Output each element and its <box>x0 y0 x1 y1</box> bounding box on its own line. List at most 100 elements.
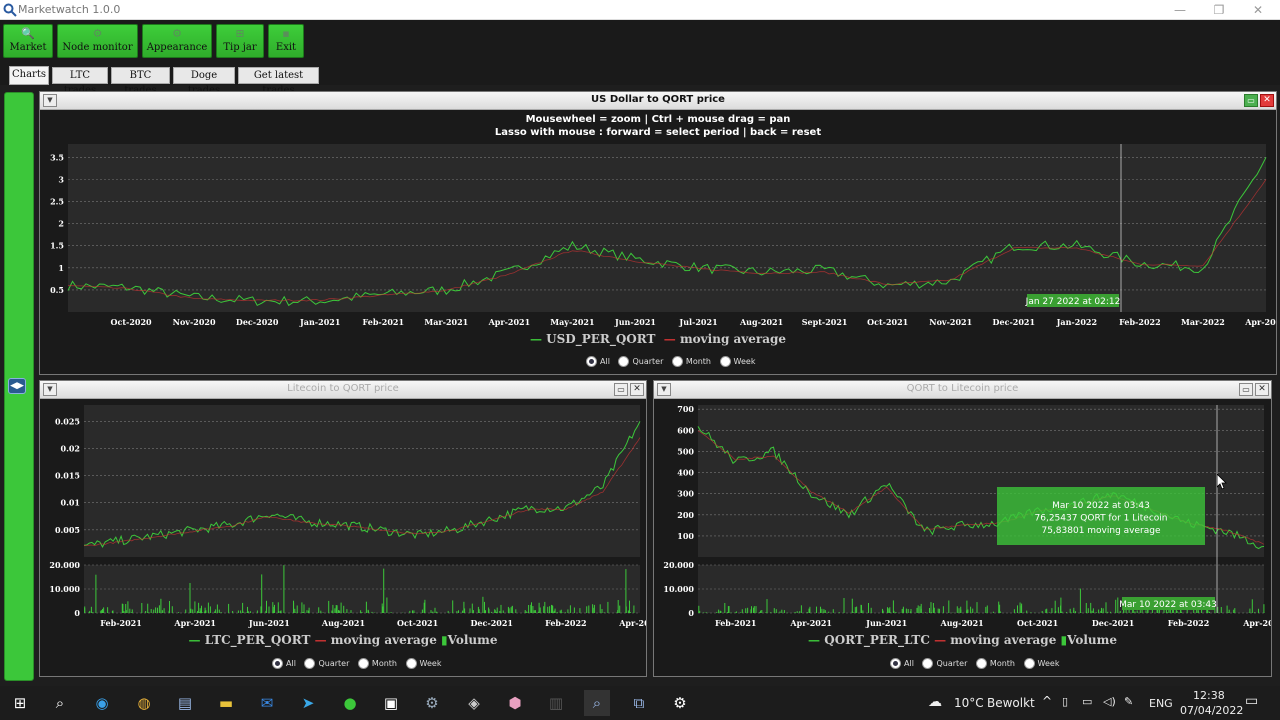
spotify-icon[interactable]: ● <box>337 690 363 716</box>
vpn-icon[interactable]: ◈ <box>461 690 487 716</box>
telegram-icon[interactable]: ➤ <box>295 690 321 716</box>
volume-bar <box>306 610 308 613</box>
ltc-chart[interactable]: 0.005 0.01 0.015 0.02 0.025 Feb-2021 Apr-2021 J… <box>40 401 646 633</box>
radio-quarter[interactable] <box>618 356 630 367</box>
language-indicator[interactable]: ENG <box>1149 697 1173 710</box>
volume-bar <box>390 612 392 613</box>
tray-device-icon[interactable]: ▯ <box>1062 695 1068 708</box>
volume-bar <box>633 605 635 613</box>
volume-bar <box>976 602 978 613</box>
volume-bar <box>147 603 149 613</box>
clock-time[interactable]: 12:38 <box>1193 689 1225 702</box>
sidebar-toggle-icon[interactable]: ◀▶ <box>8 378 26 394</box>
radio-all[interactable] <box>272 658 283 669</box>
usd-panel-header: ▼ US Dollar to QORT price ▭ ✕ <box>40 92 1276 110</box>
volume-bar <box>153 609 155 613</box>
tab-btc-trades[interactable]: BTC trades <box>111 67 170 96</box>
app-icon[interactable]: ▥ <box>543 690 569 716</box>
windows-start-icon[interactable]: ⊞ <box>7 690 33 716</box>
market-button[interactable]: 🔍 Market <box>3 24 53 58</box>
marketwatch-taskbar-icon[interactable]: ⌕ <box>584 690 610 716</box>
close-window-button[interactable]: ✕ <box>1250 2 1266 18</box>
radio-all[interactable] <box>890 658 901 669</box>
chrome-icon[interactable]: ◍ <box>131 690 157 716</box>
radio-quarter[interactable] <box>922 658 934 669</box>
settings-icon[interactable]: ⚙ <box>667 690 693 716</box>
tab-charts[interactable]: Charts <box>9 66 49 85</box>
search-icon[interactable]: ⌕ <box>47 690 73 716</box>
volume-bar <box>740 612 742 613</box>
volume-bar <box>905 608 907 613</box>
tab-ltc-trades[interactable]: LTC trades <box>52 67 108 96</box>
weather-temp[interactable]: 10°C <box>954 696 984 710</box>
x-tick-label: Sept-2021 <box>802 317 848 327</box>
volume-bar <box>207 602 209 613</box>
close-panel-icon[interactable]: ✕ <box>630 383 644 396</box>
usd-legend: — USD_PER_QORT — moving average <box>529 332 787 346</box>
pen-icon[interactable]: ✎ <box>1124 695 1133 708</box>
folder-icon[interactable]: ▬ <box>213 690 239 716</box>
chevron-up-icon[interactable]: ^ <box>1042 694 1052 708</box>
x-tick-label: Oct-2021 <box>397 618 438 628</box>
appearance-button[interactable]: ⚙ Appearance <box>142 24 212 58</box>
volume-bar <box>1041 611 1043 613</box>
volume-icon[interactable]: ◁) <box>1103 695 1116 708</box>
mail-icon[interactable]: ✉ <box>254 690 280 716</box>
close-panel-icon[interactable]: ✕ <box>1255 383 1269 396</box>
plot-area <box>68 144 1266 312</box>
x-tick-label: Feb-2021 <box>363 317 405 327</box>
usd-chart[interactable]: 0.5 1 1.5 2 2.5 3 3.5 Oct-2020 Nov-2020 Dec-2020 J… <box>40 142 1276 332</box>
volume-bar <box>766 599 768 613</box>
exit-button[interactable]: ▪ Exit <box>268 24 304 58</box>
volume-bar <box>1069 608 1071 613</box>
edge-icon[interactable]: ◉ <box>89 690 115 716</box>
maximize-panel-icon[interactable]: ▭ <box>1244 94 1258 107</box>
x-tick-label: Dec-2021 <box>470 618 512 628</box>
tab-get-latest-trades[interactable]: Get latest trades <box>238 67 319 96</box>
roblox-icon[interactable]: ▣ <box>378 690 404 716</box>
file-explorer-icon[interactable]: ▤ <box>172 690 198 716</box>
qort-chart[interactable]: 100 200 300 400 500 600 700 Feb-2021 Apr-2021 Jun… <box>654 401 1271 633</box>
radio-quarter[interactable] <box>304 658 316 669</box>
volume-bar <box>1095 612 1097 613</box>
network-icon[interactable]: ▭ <box>1082 695 1092 708</box>
steam-icon[interactable]: ⚙ <box>419 690 445 716</box>
notification-icon[interactable]: ▭ <box>1245 693 1258 709</box>
volume-bar <box>543 606 545 613</box>
radio-week[interactable] <box>719 356 731 367</box>
vm-icon[interactable]: ⬢ <box>502 690 528 716</box>
volume-bar <box>1105 602 1107 613</box>
close-panel-icon[interactable]: ✕ <box>1260 94 1274 107</box>
volume-bar <box>471 603 473 613</box>
volume-bar <box>1091 610 1093 613</box>
volume-bar <box>569 605 571 613</box>
minimize-button[interactable]: — <box>1172 2 1188 18</box>
network-app-icon[interactable]: ⧉ <box>626 690 652 716</box>
node-monitor-button[interactable]: ⚙ Node monitor <box>57 24 138 58</box>
volume-bar <box>741 609 743 613</box>
volume-bar <box>1258 608 1259 613</box>
tab-doge-trades[interactable]: Doge trades <box>173 67 235 96</box>
weather-text[interactable]: Bewolkt <box>987 696 1035 710</box>
radio-month[interactable] <box>357 658 369 669</box>
tooltip-line: 76,25437 QORT for 1 Litecoin <box>1035 514 1168 524</box>
volume-bar <box>360 610 362 613</box>
tip-jar-button[interactable]: ⊞ Tip jar <box>216 24 264 58</box>
radio-week[interactable] <box>405 658 417 669</box>
volume-bar <box>567 609 569 613</box>
volume-bar <box>796 611 798 613</box>
radio-month[interactable] <box>975 658 987 669</box>
x-tick-label: Aug-2021 <box>739 317 783 327</box>
radio-week[interactable] <box>1023 658 1035 669</box>
volume-bar <box>1085 603 1087 613</box>
jar-icon: ⊞ <box>235 27 245 40</box>
maximize-panel-icon[interactable]: ▭ <box>1239 383 1253 396</box>
window-title: Marketwatch 1.0.0 <box>18 3 121 16</box>
volume-bar <box>194 601 196 613</box>
volume-bar <box>458 610 459 613</box>
radio-month[interactable] <box>671 356 683 367</box>
maximize-panel-icon[interactable]: ▭ <box>614 383 628 396</box>
maximize-button[interactable]: ❐ <box>1211 2 1227 18</box>
clock-date[interactable]: 07/04/2022 <box>1180 704 1243 717</box>
radio-all[interactable] <box>586 356 597 367</box>
